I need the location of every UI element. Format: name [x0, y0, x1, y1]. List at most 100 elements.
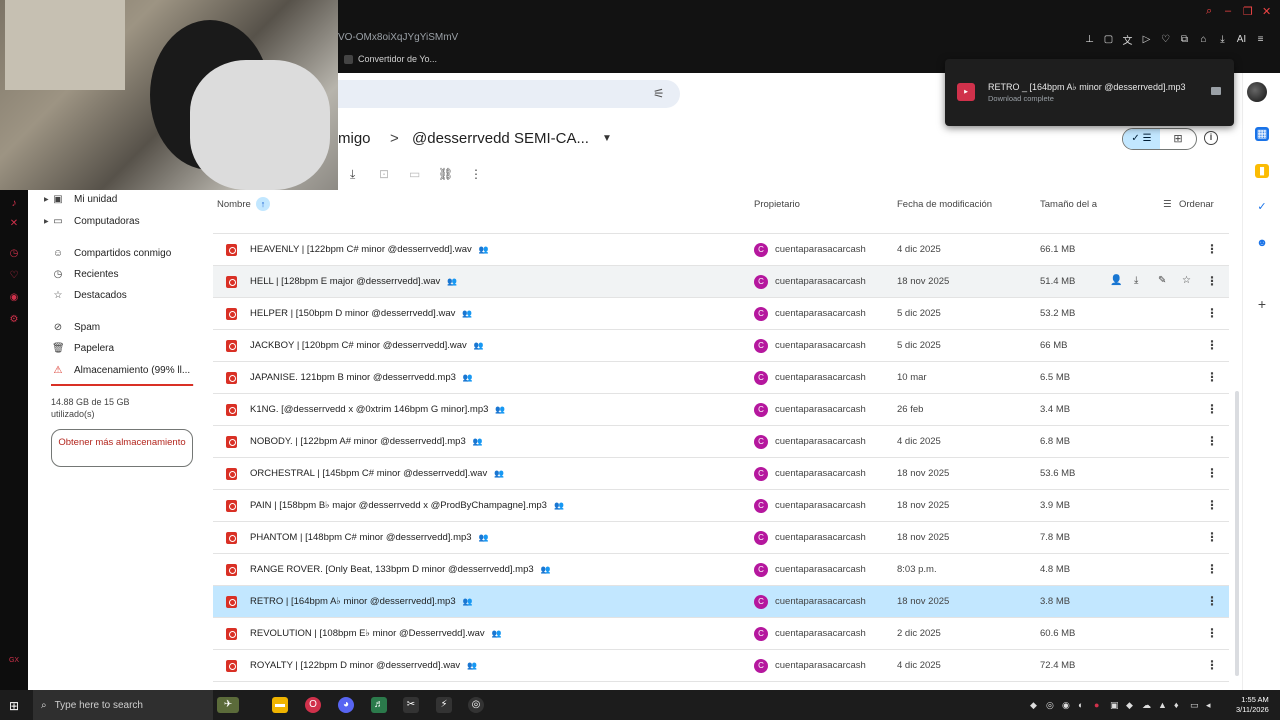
table-row[interactable]: RANGE ROVER. [Only Beat, 133bpm D minor …: [213, 554, 1229, 586]
star-icon[interactable]: ☆: [1182, 275, 1191, 286]
tray-icon[interactable]: ◐: [1078, 700, 1083, 710]
close-button[interactable]: ✕: [1262, 5, 1271, 18]
nav-item-storage[interactable]: ⚠ Almacenamiento (99% ll...: [52, 365, 191, 376]
file-name[interactable]: PHANTOM | [148bpm C# minor @desserrvedd]…: [250, 532, 489, 543]
tray-icon[interactable]: ◆: [1126, 700, 1133, 711]
network-icon[interactable]: ▭: [1190, 700, 1199, 711]
table-row[interactable]: HELL | [128bpm E major @desserrvedd].wav…: [213, 266, 1229, 298]
table-row[interactable]: HEAVENLY | [122bpm C# minor @desserrvedd…: [213, 234, 1229, 266]
history-icon[interactable]: ◷: [8, 248, 20, 260]
music-icon[interactable]: ◉: [8, 292, 20, 304]
tray-icon[interactable]: ◎: [1046, 700, 1054, 711]
tray-icon[interactable]: ◉: [1062, 700, 1070, 711]
table-row[interactable]: PAIN | [158bpm B♭ major @desserrvedd x @…: [213, 490, 1229, 522]
discord-icon[interactable]: ◕: [338, 697, 354, 713]
row-more-icon[interactable]: ⋮: [1206, 242, 1218, 256]
play-icon[interactable]: ▷: [1141, 34, 1152, 45]
file-name[interactable]: HEAVENLY | [122bpm C# minor @desserrvedd…: [250, 244, 489, 255]
bookmarks-icon[interactable]: ♡: [8, 270, 20, 282]
drive-search-bar[interactable]: [338, 80, 680, 108]
row-more-icon[interactable]: ⋮: [1206, 594, 1218, 608]
view-toggle[interactable]: ✓ ☰ ⊞: [1122, 128, 1197, 150]
nav-item-shared[interactable]: ☺ Compartidos conmigo: [52, 248, 171, 259]
download-popup[interactable]: ▶ RETRO _ [164bpm A♭ minor @desserrvedd]…: [945, 59, 1234, 126]
minimize-button[interactable]: –: [1225, 5, 1231, 17]
file-name[interactable]: ORCHESTRAL | [145bpm C# minor @desserrve…: [250, 468, 504, 479]
pin-icon[interactable]: ⊥: [1084, 34, 1095, 45]
filter-options-icon[interactable]: ⚟: [653, 86, 665, 102]
file-name[interactable]: RETRO | [164bpm A♭ minor @desserrvedd].m…: [250, 596, 473, 607]
add-icon[interactable]: +: [1255, 297, 1269, 311]
bookmark-item[interactable]: Convertidor de Yo...: [344, 54, 437, 64]
tray-icon[interactable]: ▣: [1110, 700, 1119, 711]
row-more-icon[interactable]: ⋮: [1206, 530, 1218, 544]
table-row[interactable]: HELPER | [150bpm D minor @desserrvedd].w…: [213, 298, 1229, 330]
weather-widget-icon[interactable]: ✈: [217, 697, 239, 713]
tasks-icon[interactable]: ✓: [1255, 200, 1269, 214]
file-name[interactable]: RANGE ROVER. [Only Beat, 133bpm D minor …: [250, 564, 551, 575]
column-header-name[interactable]: Nombre: [217, 199, 251, 210]
table-row[interactable]: ORCHESTRAL | [145bpm C# minor @desserrve…: [213, 458, 1229, 490]
file-name[interactable]: K1NG. [@desserrvedd x @0xtrim 146bpm G m…: [250, 404, 505, 415]
address-bar[interactable]: VO-OMx8oiXqJYgYiSMmV: [338, 32, 458, 43]
microphone-icon[interactable]: ♦: [1174, 700, 1179, 710]
rename-icon[interactable]: ✎: [1158, 275, 1166, 286]
file-name[interactable]: JACKBOY | [120bpm C# minor @desserrvedd]…: [250, 340, 484, 351]
download-icon[interactable]: ⤓: [1134, 275, 1138, 286]
column-header-owner[interactable]: Propietario: [754, 199, 800, 210]
search-icon[interactable]: ⌕: [1206, 5, 1212, 18]
profile-avatar[interactable]: [1247, 82, 1267, 102]
capcut-icon[interactable]: ✂: [403, 697, 419, 713]
file-name[interactable]: ROYALTY | [122bpm D minor @desserrvedd].…: [250, 660, 477, 671]
nav-item-computers[interactable]: ▶ ▭ Computadoras: [44, 216, 140, 227]
maximize-button[interactable]: ❐: [1243, 5, 1253, 18]
settings-icon[interactable]: ⚙: [8, 314, 20, 326]
row-more-icon[interactable]: ⋮: [1206, 466, 1218, 480]
table-row[interactable]: REVOLUTION | [108bpm E♭ minor @Desserrve…: [213, 618, 1229, 650]
file-explorer-icon[interactable]: ▬: [272, 697, 288, 713]
row-more-icon[interactable]: ⋮: [1206, 370, 1218, 384]
nav-item-recent[interactable]: ◷ Recientes: [52, 269, 119, 280]
file-name[interactable]: REVOLUTION | [108bpm E♭ minor @Desserrve…: [250, 628, 502, 639]
taskbar-search[interactable]: ⌕ Type here to search: [33, 690, 213, 720]
sort-ascending-icon[interactable]: ↑: [256, 197, 270, 211]
opera-gx-icon[interactable]: O: [305, 697, 321, 713]
caret-right-icon[interactable]: ▶: [44, 218, 49, 225]
tray-icon[interactable]: ☁: [1142, 700, 1151, 711]
tray-icon[interactable]: ●: [1094, 700, 1099, 710]
download-action-icon[interactable]: ⤓: [350, 167, 355, 182]
trash-action-icon[interactable]: ▭: [409, 167, 420, 181]
row-more-icon[interactable]: ⋮: [1206, 498, 1218, 512]
app-icon[interactable]: ⚡: [436, 697, 452, 713]
link-action-icon[interactable]: ⛓: [438, 167, 453, 181]
table-row[interactable]: ROYALTY | [122bpm D minor @desserrvedd].…: [213, 650, 1229, 682]
chevron-down-icon[interactable]: ▼: [602, 133, 612, 144]
scrollbar-thumb[interactable]: [1235, 391, 1239, 676]
contacts-icon[interactable]: ☻: [1255, 236, 1269, 250]
windows-start-icon[interactable]: ⊞: [9, 699, 19, 713]
taskbar-clock[interactable]: 1:55 AM 3/11/2026: [1236, 695, 1269, 715]
get-more-storage-button[interactable]: Obtener más almacenamiento: [51, 429, 193, 467]
grid-view-icon[interactable]: ⊞: [1160, 129, 1196, 149]
gx-icon[interactable]: GX: [8, 655, 20, 667]
nav-item-my-drive[interactable]: ▶ ▣ Mi unidad: [44, 194, 117, 205]
table-row[interactable]: JACKBOY | [120bpm C# minor @desserrvedd]…: [213, 330, 1229, 362]
row-more-icon[interactable]: ⋮: [1206, 562, 1218, 576]
share-icon[interactable]: 👤: [1110, 275, 1122, 286]
file-name[interactable]: HELPER | [150bpm D minor @desserrvedd].w…: [250, 308, 472, 319]
file-name[interactable]: NOBODY. | [122bpm A# minor @desserrvedd]…: [250, 436, 483, 447]
tray-icon[interactable]: ▲: [1158, 700, 1167, 710]
info-icon[interactable]: i: [1204, 131, 1218, 145]
table-row[interactable]: JAPANISE. 121bpm B minor @desserrvedd.mp…: [213, 362, 1229, 394]
file-name[interactable]: PAIN | [158bpm B♭ major @desserrvedd x @…: [250, 500, 564, 511]
volume-icon[interactable]: ◂: [1206, 700, 1211, 711]
tray-icon[interactable]: ◆: [1030, 700, 1037, 711]
fl-studio-icon[interactable]: ♬: [371, 697, 387, 713]
extensions-icon[interactable]: ⧉: [1179, 34, 1190, 45]
sort-button[interactable]: Ordenar: [1179, 199, 1214, 210]
more-actions-icon[interactable]: ⋮: [470, 167, 482, 181]
folder-icon[interactable]: [1211, 87, 1221, 95]
heart-icon[interactable]: ♡: [1160, 34, 1171, 45]
translate-icon[interactable]: 文: [1122, 32, 1133, 47]
row-more-icon[interactable]: ⋮: [1206, 338, 1218, 352]
